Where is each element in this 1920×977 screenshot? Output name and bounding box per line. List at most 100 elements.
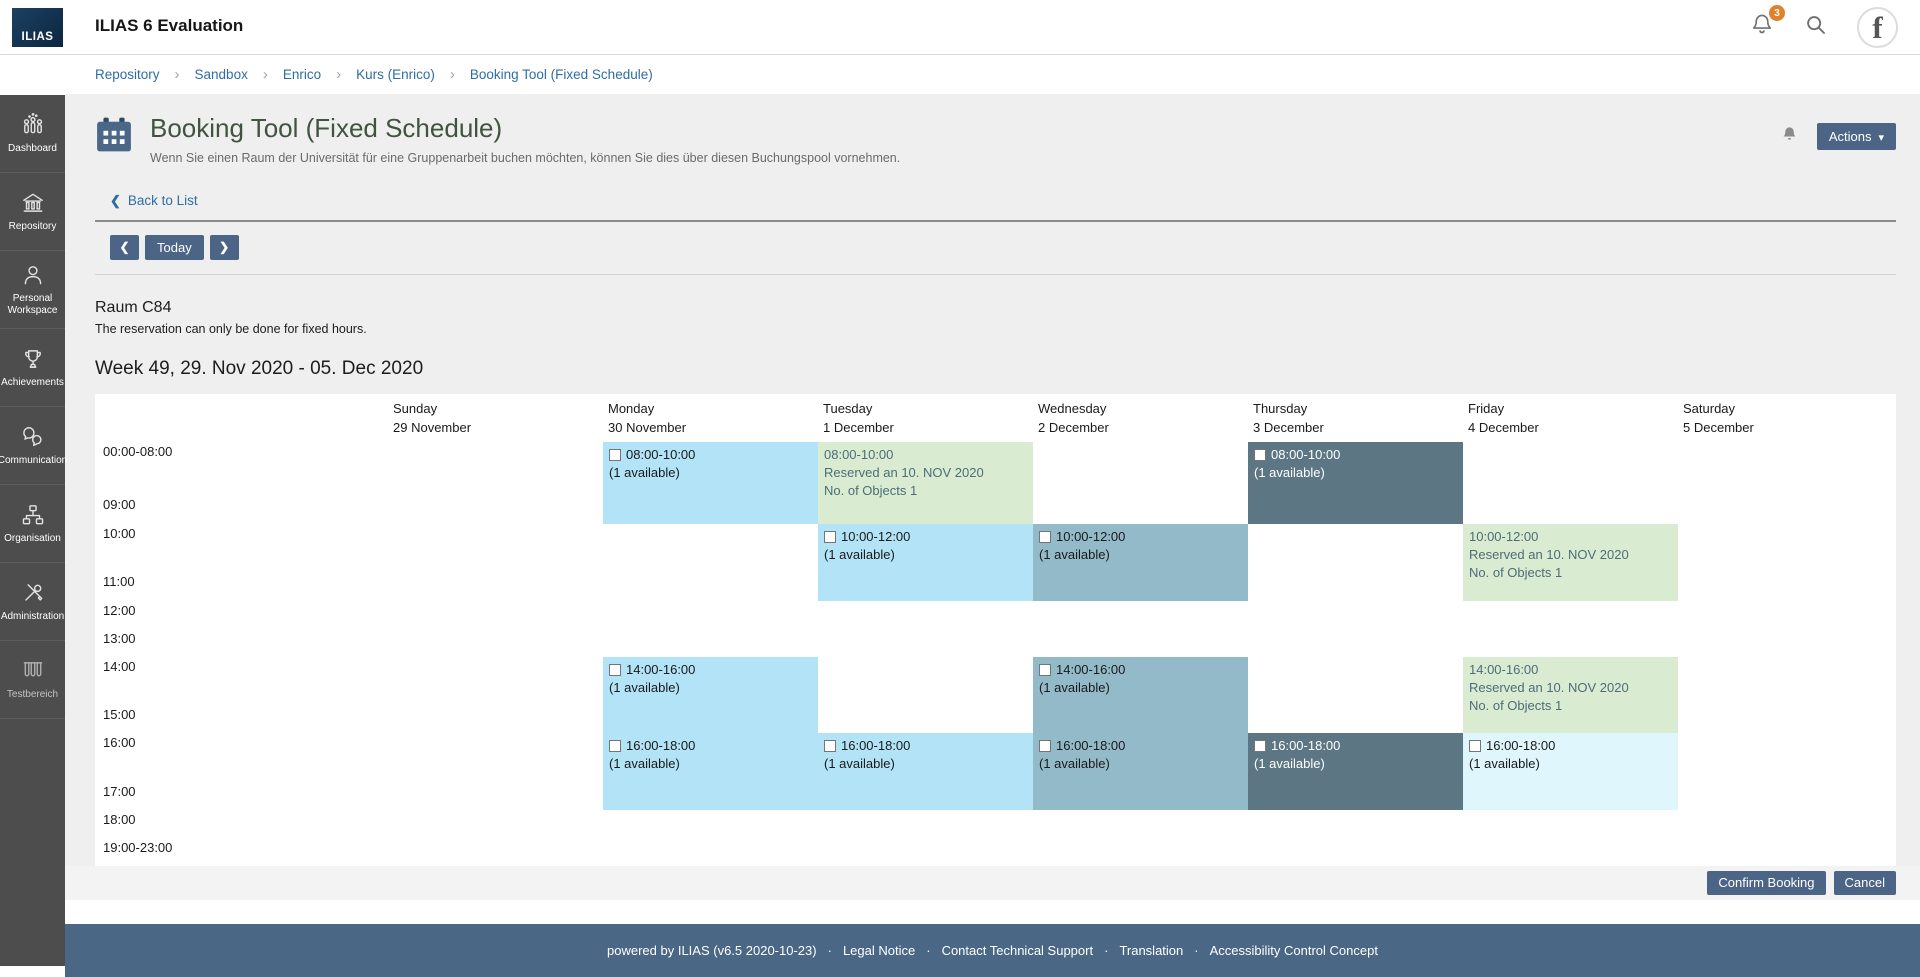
sidebar-item-testbereich[interactable]: Testbereich: [0, 641, 65, 719]
next-week-button[interactable]: ❯: [210, 235, 239, 260]
slot-time: 14:00-16:00: [626, 661, 695, 679]
slot-checkbox[interactable]: [1254, 449, 1266, 461]
breadcrumb-link-enrico[interactable]: Enrico: [283, 67, 321, 82]
achievements-icon: [20, 346, 46, 372]
notification-badge: 3: [1769, 5, 1785, 21]
time-label-18-00: 18:00: [103, 812, 136, 827]
footer-separator: ·: [926, 943, 930, 958]
slot-availability: (1 available): [1254, 755, 1457, 773]
cancel-button[interactable]: Cancel: [1834, 871, 1896, 895]
slot-checkbox[interactable]: [1469, 740, 1481, 752]
booking-slot-friday-10-00-12-00: 10:00-12:00Reserved an 10. NOV 2020No. o…: [1463, 524, 1678, 601]
sidebar-item-achievements[interactable]: Achievements: [0, 329, 65, 407]
slot-checkbox[interactable]: [609, 664, 621, 676]
notifications-button[interactable]: 3: [1749, 12, 1775, 43]
slot-time: 08:00-10:00: [824, 446, 1027, 464]
sidebar-item-label: Repository: [7, 221, 59, 234]
chevron-right-icon: ›: [263, 66, 268, 83]
sidebar-item-administration[interactable]: Administration: [0, 563, 65, 641]
slot-availability: (1 available): [609, 679, 812, 697]
booking-slot-thursday-08-00-10-00[interactable]: 08:00-10:00(1 available): [1248, 442, 1463, 524]
footer-link-contact-technical-support[interactable]: Contact Technical Support: [942, 943, 1094, 958]
slot-checkbox[interactable]: [609, 740, 621, 752]
breadcrumb-link-kurs-enrico[interactable]: Kurs (Enrico): [356, 67, 435, 82]
footer-separator: ·: [1194, 943, 1198, 958]
slot-time: 10:00-12:00: [1056, 528, 1125, 546]
sidebar-item-label: Organisation: [2, 533, 63, 546]
booking-slot-wednesday-14-00-16-00[interactable]: 14:00-16:00(1 available): [1033, 657, 1248, 733]
slot-checkbox[interactable]: [824, 531, 836, 543]
actions-button[interactable]: Actions▾: [1817, 123, 1896, 150]
week-title: Week 49, 29. Nov 2020 - 05. Dec 2020: [95, 358, 1896, 380]
booking-slot-friday-16-00-18-00[interactable]: 16:00-18:00(1 available): [1463, 733, 1678, 810]
calendar-toolbar: ❮ Today ❯: [95, 222, 1896, 275]
sidebar-item-communication[interactable]: Communication: [0, 407, 65, 485]
booking-slot-tuesday-10-00-12-00[interactable]: 10:00-12:00(1 available): [818, 524, 1033, 601]
slot-availability: (1 available): [609, 755, 812, 773]
slot-checkbox[interactable]: [1039, 664, 1051, 676]
spacer: [65, 900, 1920, 924]
powered-by-ilias-link[interactable]: powered by ILIAS (v6.5 2020-10-23): [607, 943, 817, 958]
previous-week-button[interactable]: ❮: [110, 235, 139, 260]
slot-time: 08:00-10:00: [626, 446, 695, 464]
confirm-booking-button[interactable]: Confirm Booking: [1707, 871, 1825, 895]
sidebar-item-repository[interactable]: Repository: [0, 173, 65, 251]
slot-availability: (1 available): [1039, 755, 1242, 773]
slot-reserved-info: Reserved an 10. NOV 2020: [1469, 679, 1672, 697]
back-to-list-link[interactable]: ❮ Back to List: [110, 193, 198, 209]
ilias-logo[interactable]: ILIAS: [12, 8, 63, 47]
dashboard-icon: [20, 112, 46, 138]
booking-slot-monday-14-00-16-00[interactable]: 14:00-16:00(1 available): [603, 657, 818, 733]
slot-time: 10:00-12:00: [841, 528, 910, 546]
breadcrumb-link-sandbox[interactable]: Sandbox: [195, 67, 248, 82]
day-name: Tuesday: [823, 400, 894, 419]
slot-checkbox[interactable]: [1254, 740, 1266, 752]
sidebar-item-organisation[interactable]: Organisation: [0, 485, 65, 563]
day-header-sunday: Sunday29 November: [393, 400, 471, 438]
slot-reserved-info: Reserved an 10. NOV 2020: [824, 464, 1027, 482]
slot-checkbox[interactable]: [609, 449, 621, 461]
slot-time: 16:00-18:00: [1271, 737, 1340, 755]
time-label-13-00: 13:00: [103, 631, 136, 646]
administration-icon: [20, 580, 46, 606]
sidebar-item-personal-workspace[interactable]: Personal Workspace: [0, 251, 65, 329]
booking-slot-tuesday-16-00-18-00[interactable]: 16:00-18:00(1 available): [818, 733, 1033, 810]
testbereich-icon: [20, 658, 46, 684]
breadcrumb-link-booking-tool-fixed-schedule[interactable]: Booking Tool (Fixed Schedule): [470, 67, 653, 82]
booking-slot-wednesday-10-00-12-00[interactable]: 10:00-12:00(1 available): [1033, 524, 1248, 601]
slot-objects-info: No. of Objects 1: [824, 482, 1027, 500]
chevron-right-icon: ›: [450, 66, 455, 83]
booking-slot-monday-16-00-18-00[interactable]: 16:00-18:00(1 available): [603, 733, 818, 810]
booking-slot-wednesday-16-00-18-00[interactable]: 16:00-18:00(1 available): [1033, 733, 1248, 810]
footer-link-accessibility-control-concept[interactable]: Accessibility Control Concept: [1210, 943, 1378, 958]
sidebar-item-label: Communication: [0, 455, 69, 468]
room-title: Raum C84: [95, 299, 1896, 317]
search-button[interactable]: [1803, 12, 1829, 43]
booking-slot-monday-08-00-10-00[interactable]: 08:00-10:00(1 available): [603, 442, 818, 524]
slot-time: 16:00-18:00: [841, 737, 910, 755]
day-header-wednesday: Wednesday2 December: [1038, 400, 1109, 438]
breadcrumb-link-repository[interactable]: Repository: [95, 67, 160, 82]
time-label-14-00: 14:00: [103, 659, 136, 674]
booking-slot-thursday-16-00-18-00[interactable]: 16:00-18:00(1 available): [1248, 733, 1463, 810]
booking-slot-tuesday-08-00-10-00: 08:00-10:00Reserved an 10. NOV 2020No. o…: [818, 442, 1033, 524]
sidebar-item-label: Administration: [0, 611, 66, 624]
day-date: 4 December: [1468, 419, 1539, 438]
chevron-right-icon: ›: [336, 66, 341, 83]
time-label-09-00: 09:00: [103, 497, 136, 512]
footer-link-translation[interactable]: Translation: [1119, 943, 1183, 958]
sidebar-item-dashboard[interactable]: Dashboard: [0, 95, 65, 173]
slot-checkbox[interactable]: [1039, 531, 1051, 543]
user-avatar[interactable]: f: [1857, 7, 1898, 48]
slot-time: 16:00-18:00: [1486, 737, 1555, 755]
today-button[interactable]: Today: [145, 235, 204, 260]
footer-link-legal-notice[interactable]: Legal Notice: [843, 943, 915, 958]
slot-availability: (1 available): [824, 546, 1027, 564]
slot-availability: (1 available): [1254, 464, 1457, 482]
slot-checkbox[interactable]: [824, 740, 836, 752]
slot-checkbox[interactable]: [1039, 740, 1051, 752]
object-bell-icon[interactable]: [1780, 125, 1799, 149]
time-label-16-00: 16:00: [103, 735, 136, 750]
time-label-00-00-08-00: 00:00-08:00: [103, 444, 172, 459]
day-header-thursday: Thursday3 December: [1253, 400, 1324, 438]
